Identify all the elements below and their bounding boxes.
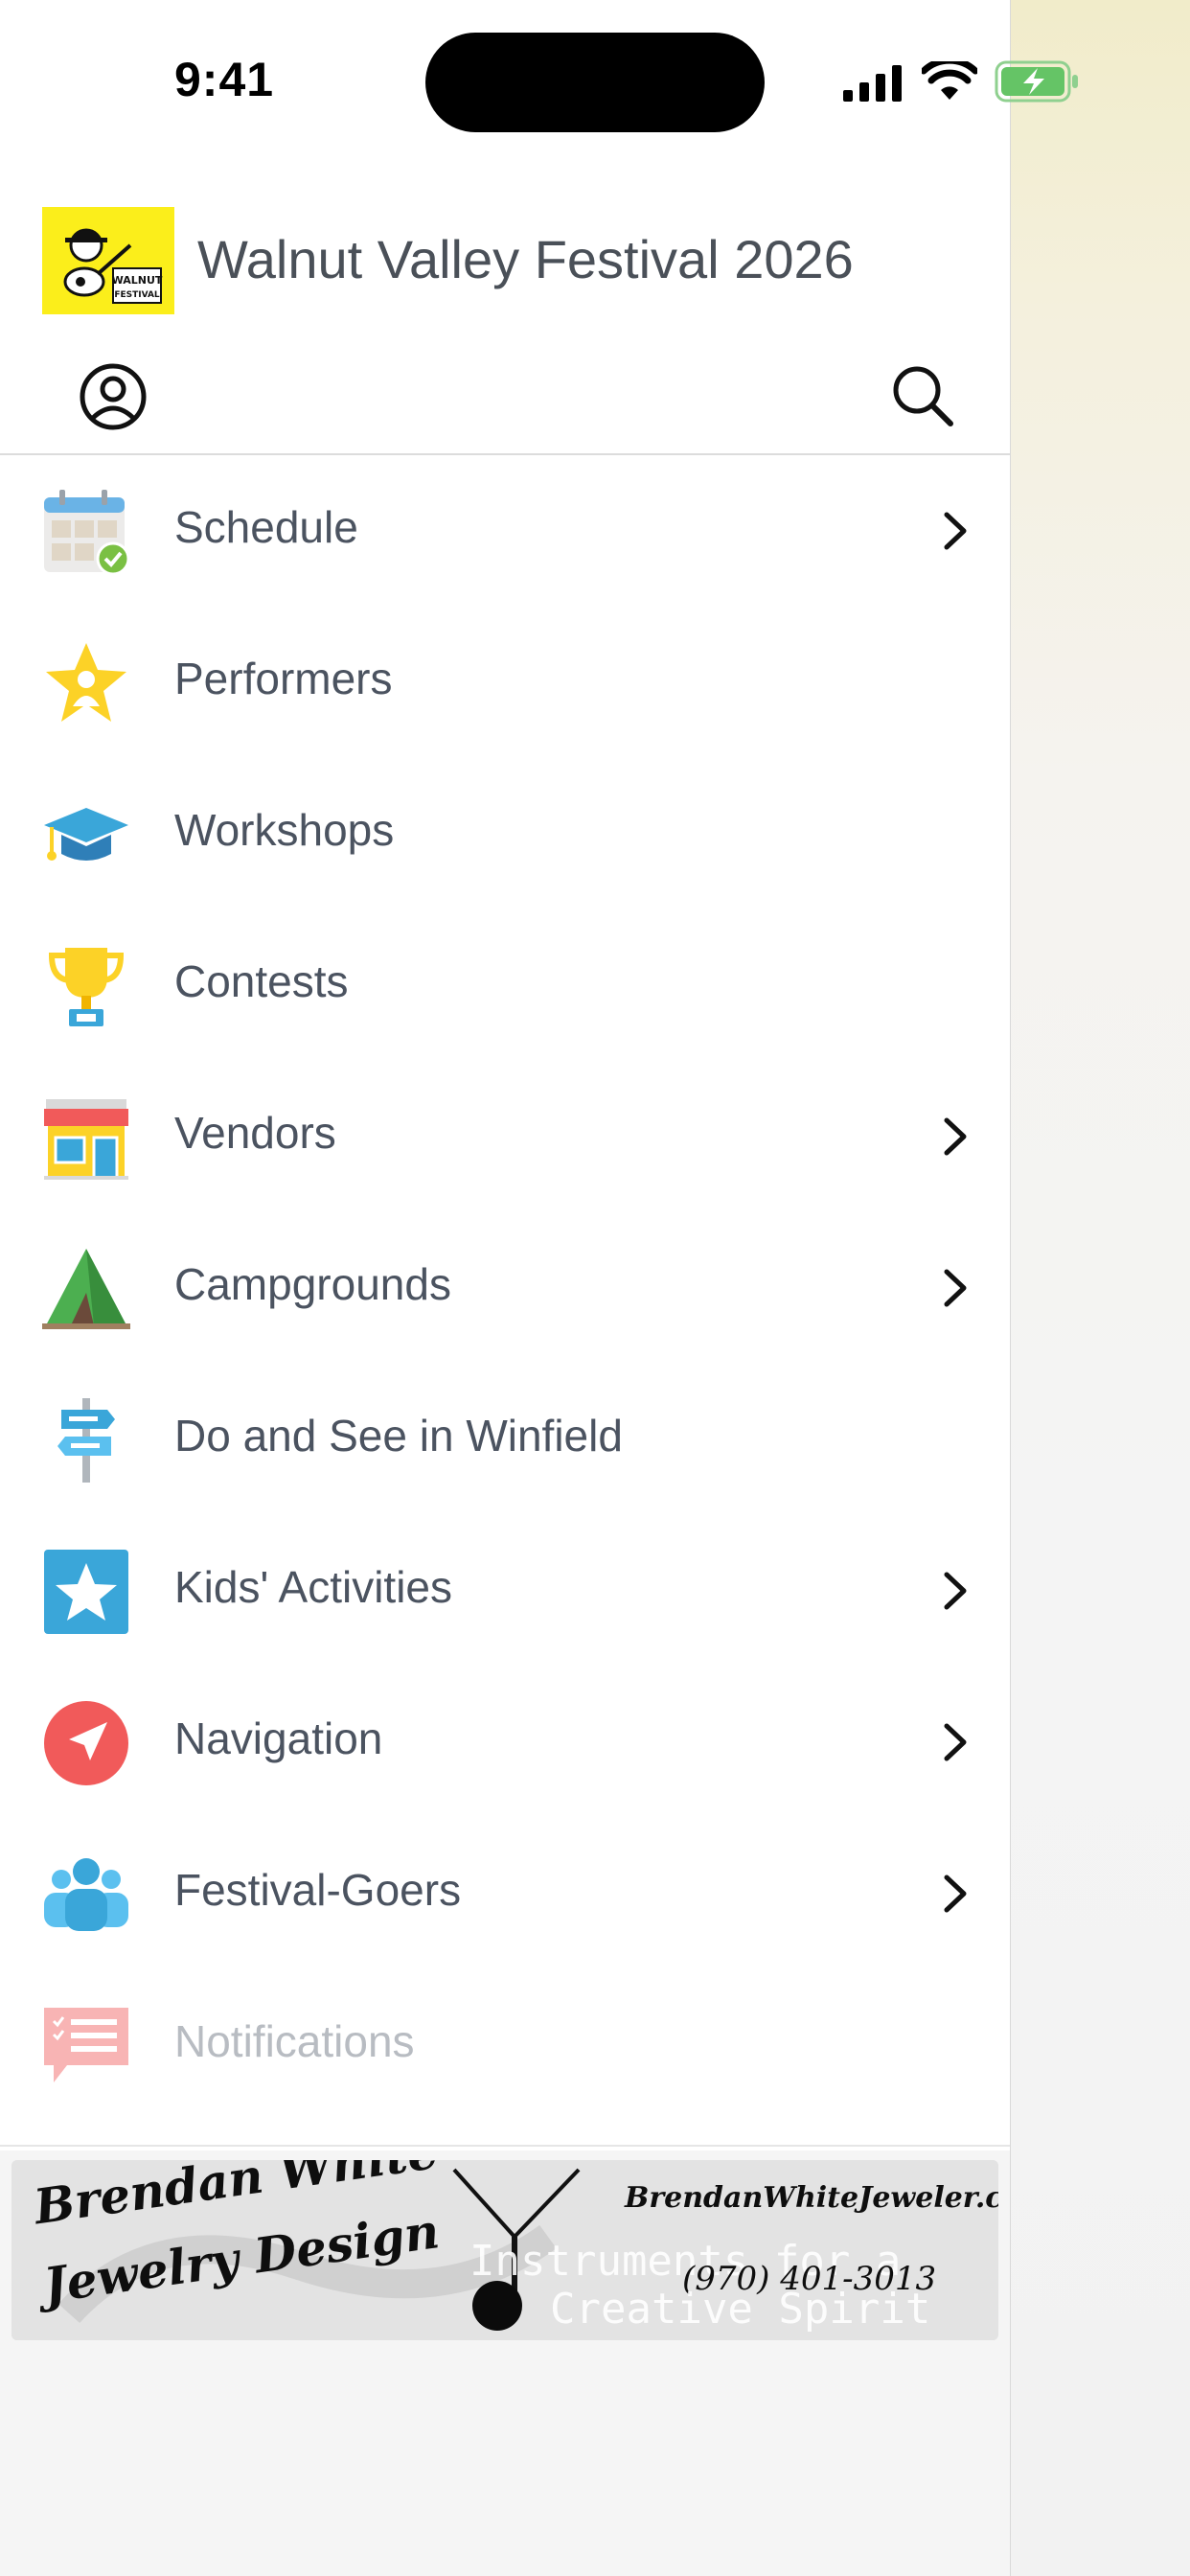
menu-item-schedule[interactable]: Schedule <box>0 455 1010 607</box>
people-group-icon <box>44 1858 128 1931</box>
tent-icon <box>42 1249 130 1329</box>
search-button[interactable] <box>889 362 956 429</box>
chevron-right-icon <box>944 1874 967 1913</box>
status-time: 9:41 <box>174 53 275 106</box>
menu-item-contests[interactable]: Contests <box>0 909 1010 1061</box>
ad-divider <box>0 2145 1010 2147</box>
menu-item-notifications[interactable]: Notifications <box>0 1969 1010 2121</box>
star-badge-icon <box>44 1550 128 1634</box>
chevron-right-icon <box>944 1572 967 1610</box>
menu-item-kids-activities[interactable]: Kids' Activities <box>0 1515 1010 1667</box>
location-arrow-icon <box>44 1701 128 1785</box>
festival-logo: WALNUT FESTIVAL <box>42 207 174 314</box>
background-panel <box>1010 0 1190 2576</box>
menu-item-label: Navigation <box>174 1714 383 1763</box>
menu-item-label: Performers <box>174 654 393 703</box>
dynamic-island <box>425 33 765 132</box>
chevron-right-icon <box>944 1269 967 1307</box>
ad-tagline-line2: Creative Spirit <box>550 2285 931 2334</box>
menu-item-label: Campgrounds <box>174 1259 451 1309</box>
menu-item-label: Kids' Activities <box>174 1562 452 1612</box>
menu-item-performers[interactable]: Performers <box>0 607 1010 758</box>
trophy-icon <box>48 948 125 1026</box>
navigation-drawer: 9:41 WALNUT FESTIVAL Walnut Valley Festi… <box>0 0 1078 2576</box>
signpost-icon <box>57 1398 115 1483</box>
ad-website: BrendanWhiteJeweler.com <box>625 2181 998 2215</box>
ad-banner[interactable]: Brendan White Jewelry Design BrendanWhit… <box>11 2160 998 2340</box>
person-circle-icon <box>80 363 147 430</box>
profile-button[interactable] <box>79 362 148 431</box>
star-person-icon <box>46 643 126 722</box>
menu-item-label: Do and See in Winfield <box>174 1411 623 1460</box>
calendar-check-icon <box>44 490 130 576</box>
menu-item-label: Schedule <box>174 502 358 552</box>
graduation-cap-icon <box>44 808 128 861</box>
search-icon <box>893 366 953 426</box>
battery-charging-icon <box>995 60 1078 103</box>
svg-text:FESTIVAL: FESTIVAL <box>114 290 160 300</box>
svg-text:WALNUT: WALNUT <box>112 274 163 287</box>
message-list-icon <box>44 2008 128 2082</box>
storefront-icon <box>44 1099 128 1180</box>
menu-item-vendors[interactable]: Vendors <box>0 1061 1010 1212</box>
chevron-right-icon <box>944 512 967 550</box>
chevron-right-icon <box>944 1117 967 1156</box>
menu-item-workshops[interactable]: Workshops <box>0 758 1010 909</box>
menu-item-festival-goers[interactable]: Festival-Goers <box>0 1818 1010 1969</box>
menu-item-navigation[interactable]: Navigation <box>0 1667 1010 1818</box>
menu-item-campgrounds[interactable]: Campgrounds <box>0 1212 1010 1364</box>
wifi-icon <box>922 61 977 100</box>
menu-item-label: Festival-Goers <box>174 1865 462 1915</box>
app-title: Walnut Valley Festival 2026 <box>197 229 854 289</box>
chevron-right-icon <box>944 1723 967 1761</box>
menu-item-label: Workshops <box>174 805 395 855</box>
menu-item-label: Vendors <box>174 1108 336 1158</box>
menu-item-label: Contests <box>174 956 349 1006</box>
menu-item-do-and-see[interactable]: Do and See in Winfield <box>0 1364 1010 1515</box>
cellular-signal-icon <box>843 65 902 102</box>
menu-item-label: Notifications <box>174 2016 415 2066</box>
